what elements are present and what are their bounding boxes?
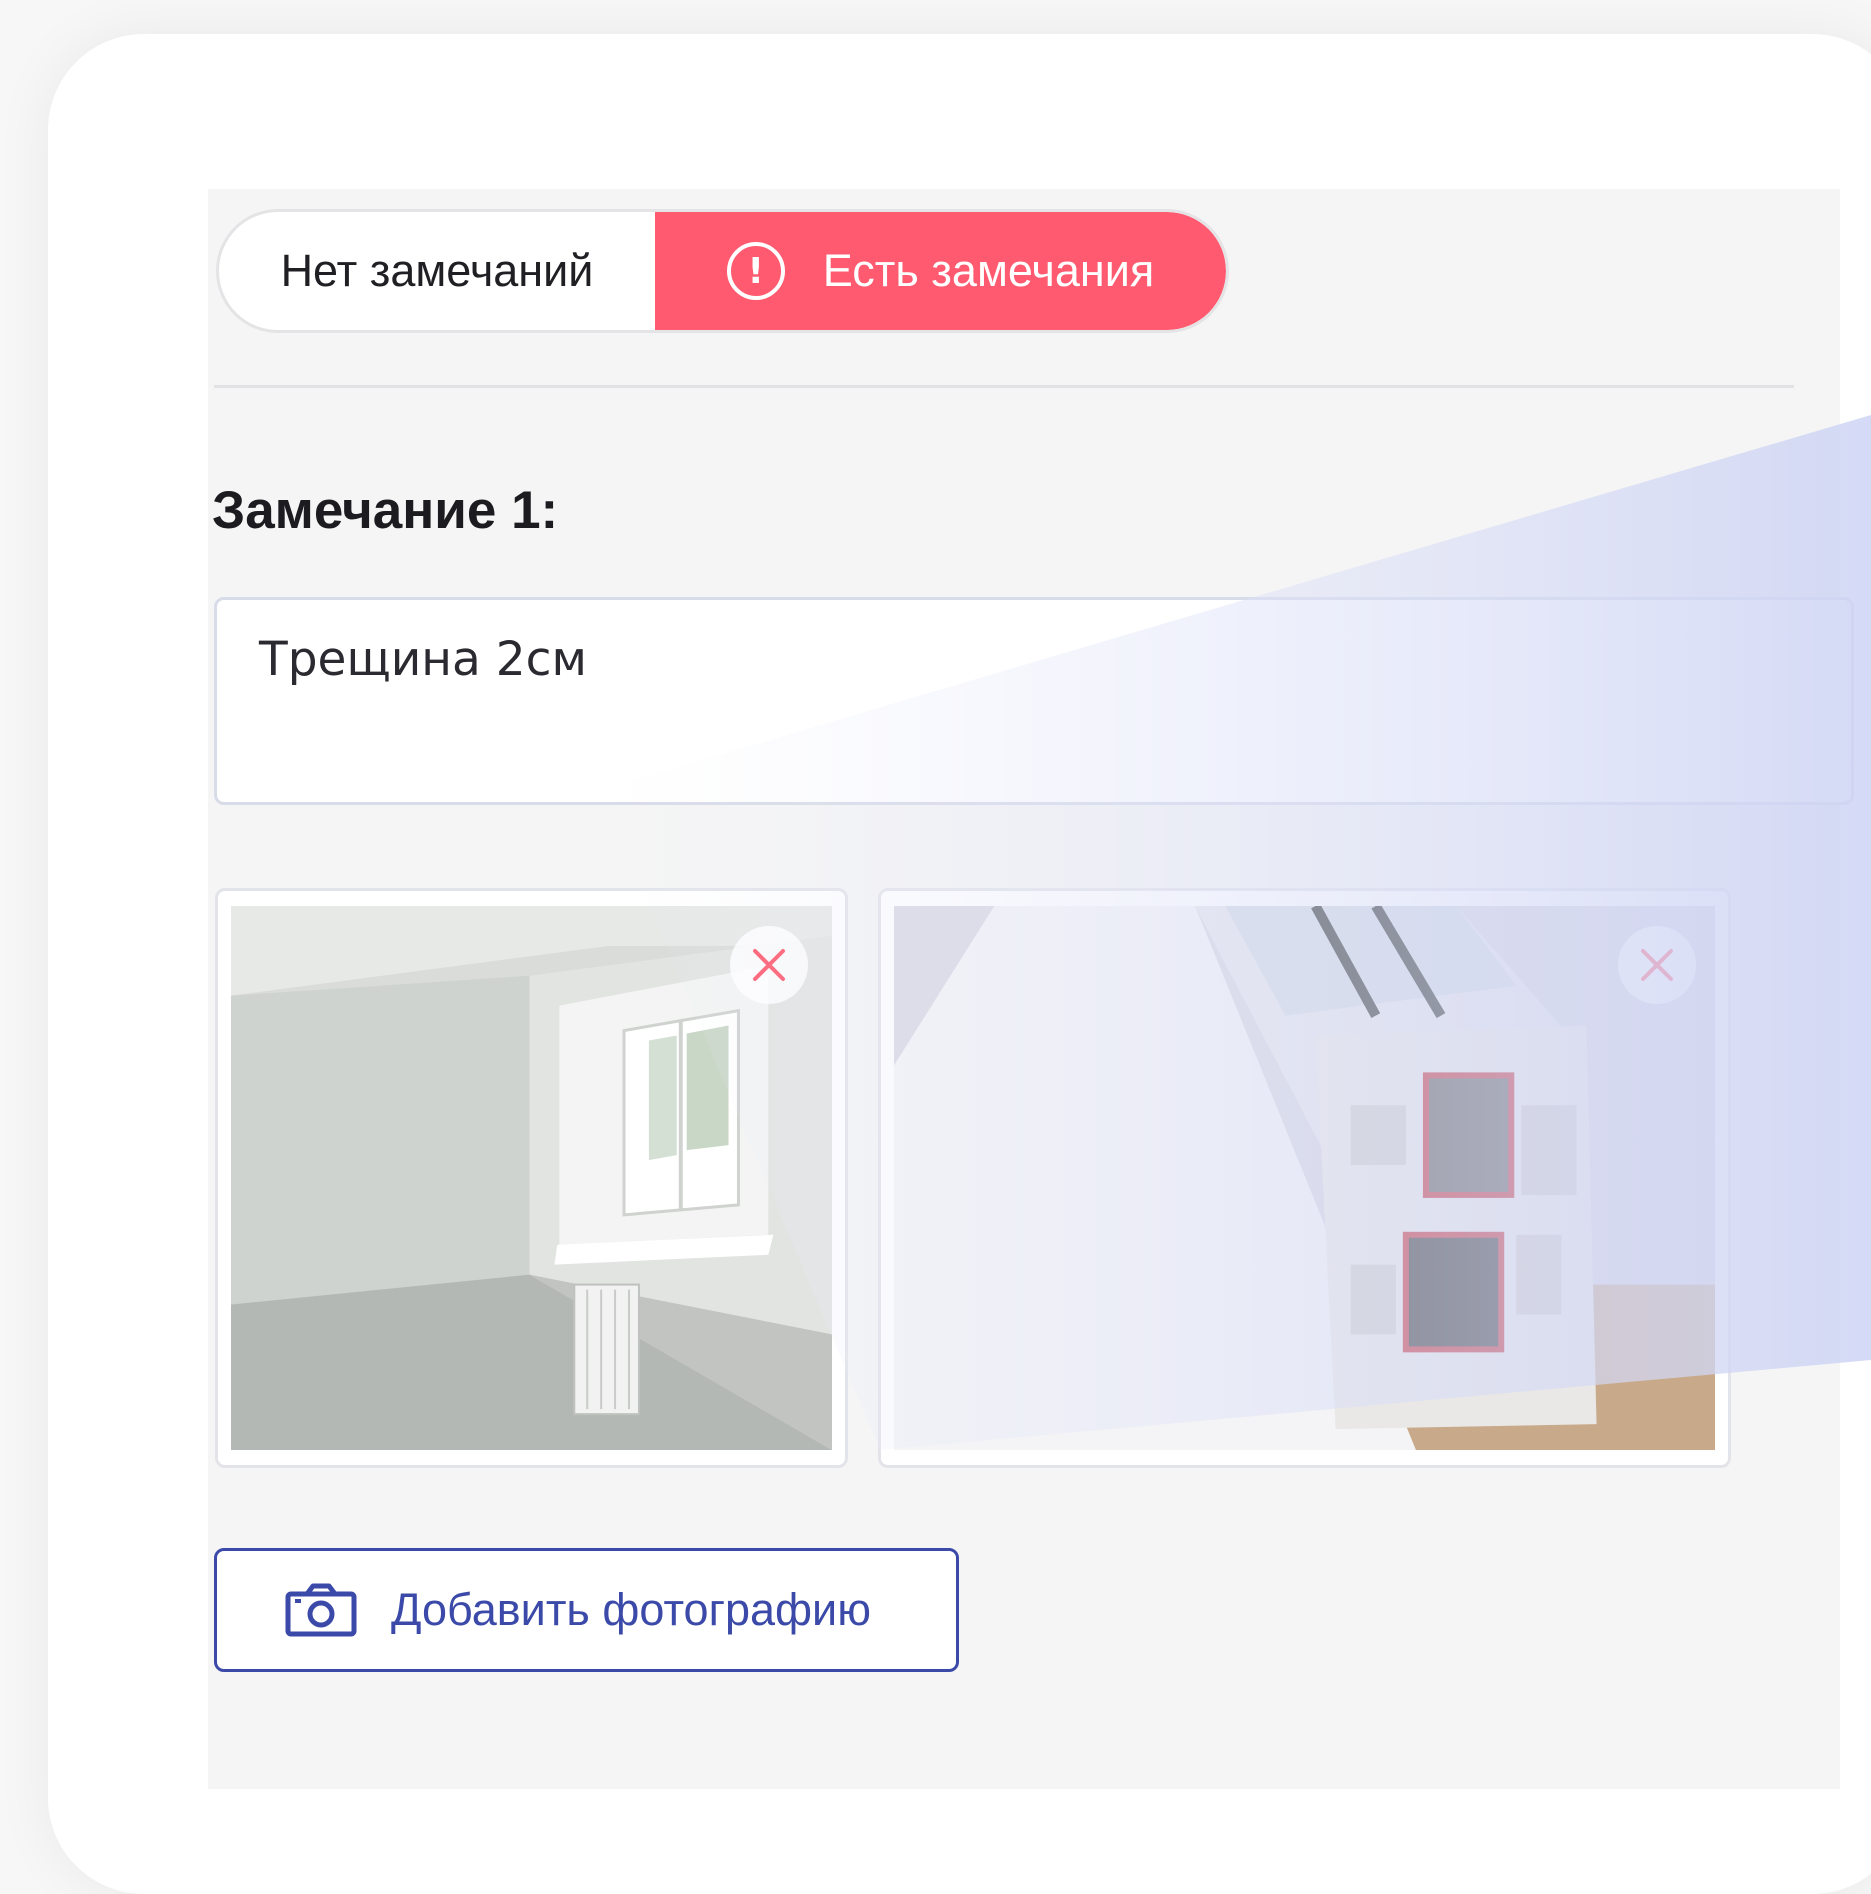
- photo-thumbnail-2[interactable]: [878, 888, 1731, 1468]
- remove-photo-2-button[interactable]: [1618, 926, 1696, 1004]
- photo-thumbnail-1[interactable]: [215, 888, 848, 1468]
- has-remarks-label: Есть замечания: [822, 245, 1155, 296]
- add-photo-label: Добавить фотографию: [391, 1584, 871, 1635]
- remove-photo-1-button[interactable]: [730, 926, 808, 1004]
- alert-icon: !: [726, 242, 785, 300]
- photo-window-profile: [894, 906, 1715, 1450]
- close-icon: [753, 949, 785, 981]
- remark-title: Замечание 1:: [212, 481, 559, 540]
- remark-text-field[interactable]: Трещина 2см: [214, 597, 1854, 805]
- has-remarks-option[interactable]: ! Есть замечания: [655, 212, 1226, 330]
- add-photo-button[interactable]: Добавить фотографию: [214, 1548, 959, 1672]
- remark-text-value: Трещина 2см: [259, 632, 587, 687]
- section-divider: [214, 385, 1794, 388]
- no-remarks-label: Нет замечаний: [280, 245, 594, 296]
- close-icon: [1641, 949, 1673, 981]
- no-remarks-option[interactable]: Нет замечаний: [219, 212, 655, 330]
- camera-icon: [285, 1583, 357, 1637]
- remarks-status-toggle: Нет замечаний ! Есть замечания: [216, 209, 1229, 333]
